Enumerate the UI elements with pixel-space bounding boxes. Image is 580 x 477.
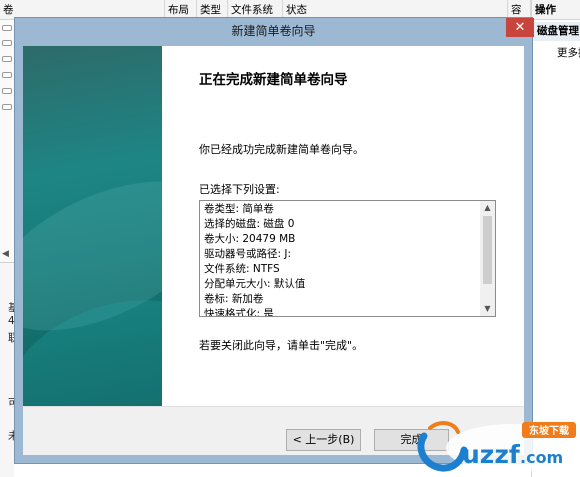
setting-line: 选择的磁盘: 磁盘 0	[204, 218, 295, 230]
wizard-content: 正在完成新建简单卷向导 你已经成功完成新建简单卷向导。 已选择下列设置: 卷类型…	[23, 46, 524, 455]
setting-line: 卷大小: 20479 MB	[204, 233, 296, 245]
scroll-up-icon[interactable]: ▲	[480, 201, 495, 215]
finish-instruction: 若要关闭此向导，请单击"完成"。	[199, 339, 364, 352]
setting-line: 卷类型: 简单卷	[204, 203, 274, 215]
actions-section-disk-management[interactable]: 磁盘管理	[532, 22, 580, 41]
page-heading: 正在完成新建简单卷向导	[199, 72, 348, 88]
disk-map-strip	[0, 262, 14, 477]
setting-line: 快速格式化: 是	[204, 308, 274, 317]
setting-line: 卷标: 新加卷	[204, 293, 264, 305]
wizard-banner-image	[23, 46, 162, 406]
setting-line: 驱动器号或路径: J:	[204, 248, 292, 260]
setting-line: 分配单元大小: 默认值	[204, 278, 306, 290]
new-simple-volume-wizard: 新建简单卷向导 ✕ 正在完成新建简单卷向导 你已经成功完成新建简单卷向导。 已选…	[14, 17, 534, 464]
logo-arc	[428, 421, 460, 434]
back-button[interactable]: < 上一步(B)	[286, 429, 361, 451]
settings-scrollbar[interactable]: ▲ ▼	[480, 201, 495, 316]
close-icon: ✕	[514, 20, 526, 35]
disk-icon	[2, 72, 12, 78]
disk-icon	[2, 40, 12, 46]
disk-icon	[2, 88, 12, 94]
window-title: 新建简单卷向导	[231, 24, 316, 38]
disk-icon	[2, 104, 12, 110]
watermark-brand: uzzf	[462, 440, 521, 469]
settings-summary-box[interactable]: 卷类型: 简单卷 选择的磁盘: 磁盘 0 卷大小: 20479 MB 驱动器号或…	[199, 200, 496, 317]
setting-line: 文件系统: NTFS	[204, 263, 280, 275]
disk-icon	[2, 56, 12, 62]
watermark-logo: uzzf .com 东坡下载	[417, 421, 578, 472]
actions-header: 操作	[532, 0, 580, 20]
scroll-down-icon[interactable]: ▼	[480, 302, 495, 316]
success-message: 你已经成功完成新建简单卷向导。	[199, 143, 364, 156]
actions-more-link[interactable]: 更多操	[557, 45, 580, 60]
title-bar[interactable]: 新建简单卷向导	[15, 18, 532, 45]
scrollbar-thumb[interactable]	[483, 216, 492, 284]
disk-icon	[2, 25, 12, 31]
actions-pane: 操作 磁盘管理 更多操	[531, 0, 580, 477]
watermark-domain: .com	[520, 448, 563, 467]
watermark-tag: 东坡下载	[529, 424, 569, 437]
scroll-left-icon[interactable]: ◀	[2, 249, 9, 259]
close-button[interactable]: ✕	[506, 18, 534, 37]
settings-label: 已选择下列设置:	[199, 183, 280, 196]
